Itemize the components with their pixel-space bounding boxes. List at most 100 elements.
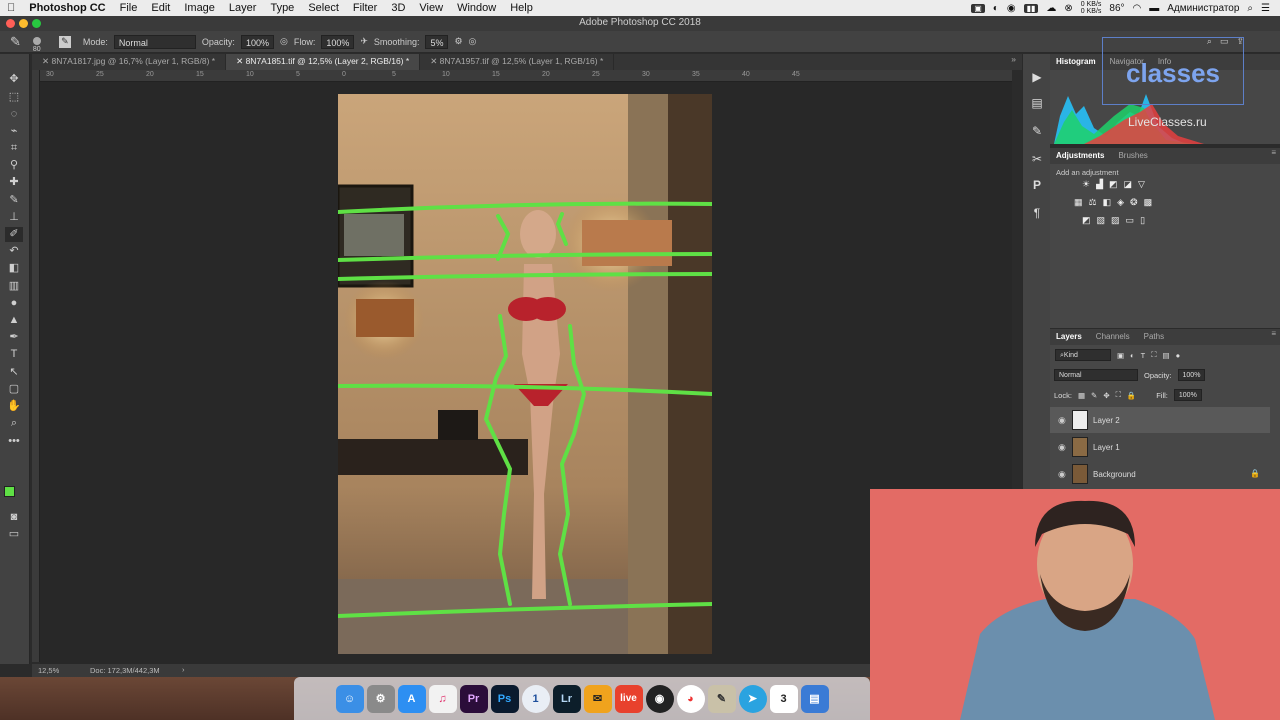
dock-itunes-icon[interactable]: ♫ xyxy=(428,684,457,713)
dock-finder-icon[interactable]: ☺ xyxy=(335,684,364,713)
brush-tool-active-icon[interactable]: ✐ xyxy=(5,227,23,242)
mode-select[interactable]: Normal xyxy=(113,34,196,49)
properties-icon[interactable]: ▤ xyxy=(1029,96,1045,112)
tab-histogram[interactable]: Histogram xyxy=(1050,54,1104,70)
dock-lightroom-icon[interactable]: Lr xyxy=(552,684,581,713)
vibrance-icon[interactable]: ▽ xyxy=(1138,179,1145,190)
menu-type[interactable]: Type xyxy=(263,2,301,14)
brush-preset-picker[interactable]: 80 xyxy=(27,36,53,53)
dock-premiere-icon[interactable]: Pr xyxy=(459,684,488,713)
layer-row-layer-2[interactable]: ◉ Layer 2 xyxy=(1050,407,1270,433)
menu-3d[interactable]: 3D xyxy=(384,2,412,14)
play-action-icon[interactable]: ▶ xyxy=(1029,70,1045,86)
status-app-icon[interactable]: ▣ xyxy=(971,3,985,13)
wifi-icon[interactable]: ◠ xyxy=(1133,3,1142,14)
apple-menu-icon[interactable]:  xyxy=(0,2,22,14)
curves-icon[interactable]: ◩ xyxy=(1109,179,1118,190)
lasso-tool-icon[interactable]: ◌ xyxy=(5,107,23,122)
battery-status-icon[interactable]: ▮▮ xyxy=(1023,3,1039,13)
eraser-tool-icon[interactable]: ◧ xyxy=(5,261,23,276)
layer-fill-input[interactable]: 100% xyxy=(1173,389,1202,401)
tabs-overflow-icon[interactable]: » xyxy=(1011,54,1022,70)
layer-row-layer-1[interactable]: ◉ Layer 1 xyxy=(1050,434,1270,460)
visibility-eye-icon[interactable]: ◉ xyxy=(1058,415,1066,426)
healing-tool-icon[interactable]: ✚ xyxy=(5,175,23,190)
filter-toggle-icon[interactable]: ● xyxy=(1176,351,1181,360)
invert-icon[interactable]: ◩ xyxy=(1082,215,1091,226)
clone-stamp-tool-icon[interactable]: ⊥ xyxy=(5,210,23,225)
eyedropper-tool-icon[interactable]: ⚲ xyxy=(5,158,23,173)
tab-adjustments[interactable]: Adjustments xyxy=(1050,148,1112,164)
dock-1password-icon[interactable]: 1 xyxy=(521,684,550,713)
crop-tool-icon[interactable]: ⌗ xyxy=(5,141,23,156)
menu-image[interactable]: Image xyxy=(177,2,222,14)
dock-keynote-icon[interactable]: ▤ xyxy=(800,684,829,713)
status-menu-icon[interactable]: › xyxy=(182,665,185,674)
cpu-temp[interactable]: 86° xyxy=(1109,3,1124,14)
screen-mode-icon[interactable]: ▭ xyxy=(5,527,23,542)
photo-filter-icon[interactable]: ◈ xyxy=(1117,197,1124,208)
pen-tool-icon[interactable]: ✒ xyxy=(5,330,23,345)
more-tools-icon[interactable]: ••• xyxy=(5,434,23,449)
dock-camera-icon[interactable]: ◉ xyxy=(645,684,674,713)
document-photo[interactable] xyxy=(338,94,712,654)
opacity-input[interactable]: 100% xyxy=(240,34,274,49)
panel-menu-icon[interactable]: ≡ xyxy=(1271,148,1280,164)
pressure-size-icon[interactable]: ◎ xyxy=(469,36,477,47)
character-icon[interactable]: ¶ xyxy=(1029,206,1045,222)
layer-row-background[interactable]: ◉ Background 🔒 xyxy=(1050,461,1270,487)
menu-file[interactable]: File xyxy=(113,2,145,14)
lock-artboard-icon[interactable]: ⛶ xyxy=(1116,390,1121,400)
status-icon[interactable]: ◐ xyxy=(993,3,999,14)
brush-tool-icon[interactable]: ✎ xyxy=(5,193,23,208)
dock-gmail-icon[interactable]: ✉ xyxy=(583,684,612,713)
brush-settings-icon[interactable]: ✎ xyxy=(1029,124,1045,140)
tab-channels[interactable]: Channels xyxy=(1090,329,1138,345)
layer-filter-kind[interactable]: ⌕Kind xyxy=(1055,349,1111,361)
tab-document-2[interactable]: ✕ 8N7A1851.tif @ 12,5% (Layer 2, RGB/16)… xyxy=(226,54,421,70)
lock-transparent-icon[interactable]: ▦ xyxy=(1078,391,1085,400)
shape-tool-icon[interactable]: ▢ xyxy=(5,382,23,397)
hue-saturation-icon[interactable]: ▦ xyxy=(1074,197,1083,208)
selective-color-icon[interactable]: ▯ xyxy=(1140,215,1145,226)
quick-select-tool-icon[interactable]: ⌁ xyxy=(5,124,23,139)
blur-tool-icon[interactable]: ● xyxy=(5,296,23,311)
filter-smart-object-icon[interactable]: ▤ xyxy=(1162,351,1169,360)
smoothing-settings-gear-icon[interactable]: ⚙ xyxy=(454,36,462,47)
levels-icon[interactable]: ▟ xyxy=(1096,179,1103,190)
status-icon[interactable]: ☁ xyxy=(1046,3,1056,14)
move-tool-icon[interactable]: ✥ xyxy=(5,72,23,87)
threshold-icon[interactable]: ▨ xyxy=(1111,215,1120,226)
dock-live-icon[interactable]: live xyxy=(614,684,643,713)
menu-layer[interactable]: Layer xyxy=(222,2,264,14)
layer-name[interactable]: Layer 2 xyxy=(1093,416,1120,425)
dock-preview-icon[interactable]: ✎ xyxy=(707,684,736,713)
layer-blend-mode[interactable]: Normal xyxy=(1054,369,1138,381)
tab-close-icon[interactable]: ✕ xyxy=(430,56,439,66)
flag-icon[interactable]: ▬ xyxy=(1149,3,1159,14)
tools-preset-icon[interactable]: ✂ xyxy=(1029,152,1045,168)
dock-photoshop-icon[interactable]: Ps xyxy=(490,684,519,713)
tab-document-1[interactable]: ✕ 8N7A1817.jpg @ 16,7% (Layer 1, RGB/8) … xyxy=(32,54,227,70)
channel-mixer-icon[interactable]: ❂ xyxy=(1130,197,1138,208)
history-brush-tool-icon[interactable]: ↶ xyxy=(5,244,23,259)
panel-menu-icon[interactable]: ≡ xyxy=(1271,329,1280,345)
notification-center-icon[interactable]: ☰ xyxy=(1261,3,1270,14)
dodge-tool-icon[interactable]: ▲ xyxy=(5,313,23,328)
menu-edit[interactable]: Edit xyxy=(144,2,177,14)
lock-paint-icon[interactable]: ✎ xyxy=(1091,391,1097,400)
paragraph-icon[interactable]: P xyxy=(1029,178,1045,194)
airbrush-icon[interactable]: ✈ xyxy=(360,36,368,47)
flow-input[interactable]: 100% xyxy=(321,34,355,49)
filter-shape-icon[interactable]: ⛶ xyxy=(1151,350,1156,360)
status-icon[interactable]: ⊗ xyxy=(1064,3,1072,14)
pressure-opacity-icon[interactable]: ◎ xyxy=(280,36,288,47)
color-balance-icon[interactable]: ⚖ xyxy=(1089,197,1097,208)
user-name[interactable]: Администратор xyxy=(1167,3,1239,14)
tab-close-icon[interactable]: ✕ xyxy=(236,56,245,66)
tab-layers[interactable]: Layers xyxy=(1050,329,1090,345)
layer-opacity-input[interactable]: 100% xyxy=(1177,369,1206,381)
lock-all-icon[interactable]: 🔒 xyxy=(1127,391,1136,400)
quick-mask-icon[interactable]: ◙ xyxy=(5,510,23,525)
layer-name[interactable]: Background xyxy=(1093,470,1136,479)
